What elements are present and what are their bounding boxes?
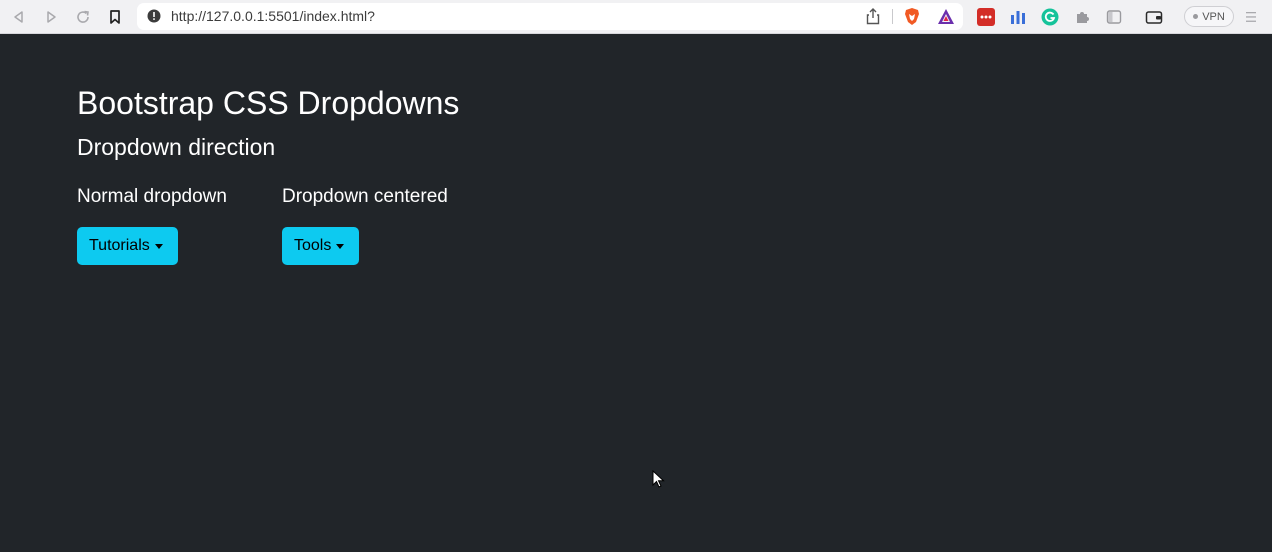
tools-dropdown-button[interactable]: Tools: [282, 227, 359, 265]
mouse-cursor-icon: [652, 470, 665, 488]
wallet-icon[interactable]: [1144, 7, 1164, 27]
address-bar-divider: [892, 9, 893, 24]
share-icon[interactable]: [865, 8, 881, 25]
vpn-button[interactable]: VPN: [1184, 6, 1234, 27]
lastpass-extension-icon[interactable]: [976, 7, 996, 27]
menu-icon[interactable]: [1241, 7, 1261, 27]
back-icon[interactable]: [9, 7, 29, 27]
section-subtitle: Dropdown direction: [77, 134, 276, 160]
centered-dropdown-heading: Dropdown centered: [282, 186, 448, 207]
vpn-status-dot: [1193, 14, 1199, 19]
sidebar-toggle-icon[interactable]: [1104, 7, 1124, 27]
site-info-icon[interactable]: [147, 9, 161, 23]
browser-toolbar: http://127.0.0.1:5501/index.html? VPN: [0, 0, 1272, 34]
extensions-puzzle-icon[interactable]: [1072, 7, 1092, 27]
grammarly-extension-icon[interactable]: [1040, 7, 1060, 27]
forward-icon[interactable]: [41, 7, 61, 27]
analytics-extension-icon[interactable]: [1008, 7, 1028, 27]
tutorials-dropdown-button[interactable]: Tutorials: [77, 227, 178, 265]
reload-icon[interactable]: [73, 7, 93, 27]
page-title: Bootstrap CSS Dropdowns: [77, 85, 460, 121]
caret-down-icon: [154, 244, 163, 249]
normal-dropdown-heading: Normal dropdown: [77, 186, 227, 207]
caret-down-icon: [336, 244, 345, 249]
tools-button-label: Tools: [294, 237, 332, 254]
bookmark-icon[interactable]: [105, 7, 125, 27]
address-bar[interactable]: http://127.0.0.1:5501/index.html?: [137, 3, 963, 30]
page-content: Bootstrap CSS Dropdowns Dropdown directi…: [0, 35, 1272, 552]
vpn-label: VPN: [1202, 10, 1225, 23]
url-text[interactable]: http://127.0.0.1:5501/index.html?: [171, 8, 375, 24]
tutorials-button-label: Tutorials: [89, 237, 150, 254]
brave-shields-icon[interactable]: [903, 7, 921, 26]
brave-rewards-icon[interactable]: [937, 8, 955, 25]
